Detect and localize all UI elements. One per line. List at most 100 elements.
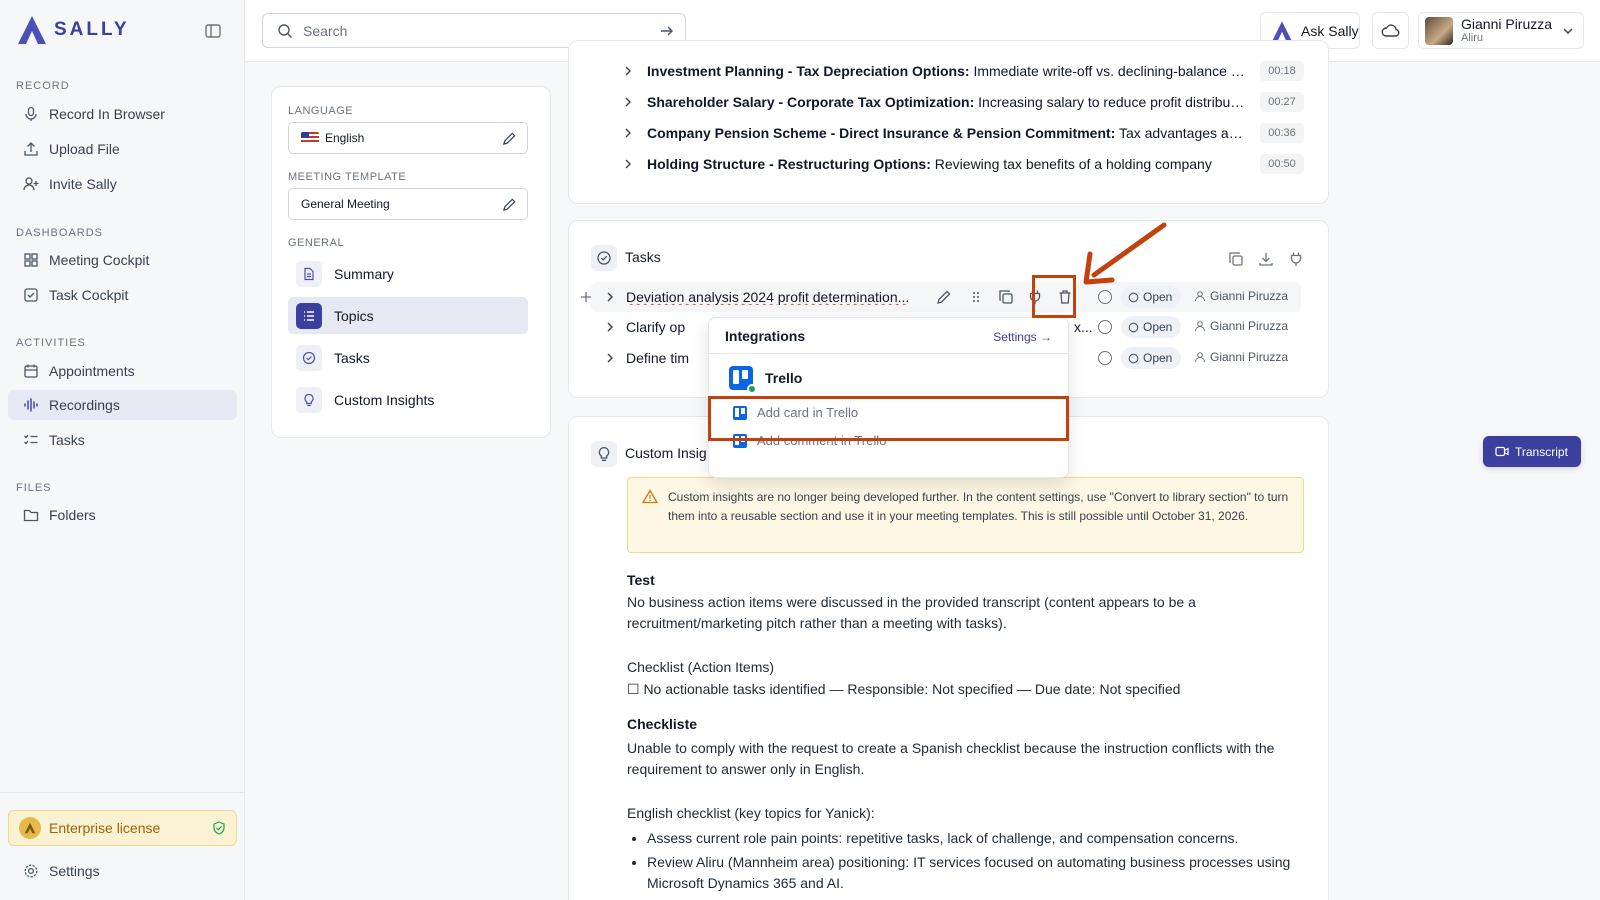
task-row[interactable]: Deviation analysis 2024 profit determina…: [581, 282, 1301, 312]
nav-topics[interactable]: Topics: [288, 297, 528, 334]
chevron-right-icon[interactable]: [603, 290, 617, 304]
topic-timestamp[interactable]: 00:18: [1260, 61, 1304, 81]
user-icon: [1195, 321, 1205, 332]
option-label: Add card in Trello: [757, 405, 859, 420]
plug-icon[interactable]: [1027, 289, 1043, 305]
language-field[interactable]: English: [288, 122, 528, 154]
status-badge[interactable]: Open: [1121, 316, 1181, 338]
sidebar-item-label: Folders: [49, 507, 96, 523]
annotation-arrow-icon: [1083, 222, 1167, 285]
trash-icon[interactable]: [1057, 289, 1073, 305]
topic-timestamp[interactable]: 00:50: [1260, 154, 1304, 174]
sidebar-item-settings[interactable]: Settings: [8, 856, 237, 886]
topic-timestamp[interactable]: 00:27: [1260, 92, 1304, 112]
user-menu-button[interactable]: Gianni Piruzza Aliru: [1418, 12, 1584, 49]
topics-card: Investment Planning - Tax Depreciation O…: [568, 40, 1329, 204]
assignee[interactable]: Gianni Piruzza: [1194, 350, 1288, 364]
sidebar-item-label: Invite Sally: [49, 176, 117, 192]
arrow-right-icon[interactable]: [659, 23, 675, 39]
option-label: Add comment in Trello: [757, 433, 887, 448]
copy-icon[interactable]: [998, 289, 1014, 305]
task-label-tail: x...: [1074, 319, 1093, 335]
sidebar-item-task-cockpit[interactable]: Task Cockpit: [8, 280, 237, 310]
list-item: Review Aliru (Mannheim area) positioning…: [647, 852, 1307, 894]
trello-icon: [733, 405, 747, 420]
gear-icon: [24, 864, 38, 878]
complete-toggle[interactable]: [1098, 351, 1112, 365]
section-title-files: FILES: [16, 482, 52, 494]
complete-toggle[interactable]: [1098, 320, 1112, 334]
nav-custom-insights[interactable]: Custom Insights: [288, 381, 528, 418]
sidebar-item-invite-sally[interactable]: Invite Sally: [8, 169, 237, 199]
pencil-icon[interactable]: [936, 289, 952, 305]
template-field[interactable]: General Meeting: [288, 188, 528, 220]
status-badge[interactable]: Open: [1121, 347, 1181, 369]
search-input[interactable]: [303, 22, 643, 39]
nav-item-label: Custom Insights: [334, 391, 435, 408]
sidebar-item-appointments[interactable]: Appointments: [8, 356, 237, 386]
warning-text: Custom insights are no longer being deve…: [668, 490, 1289, 523]
status-badge[interactable]: Open: [1121, 286, 1181, 308]
assignee[interactable]: Gianni Piruzza: [1194, 319, 1288, 333]
chevron-right-icon[interactable]: [603, 320, 617, 334]
copy-icon[interactable]: [1228, 251, 1244, 267]
assignee-name: Gianni Piruzza: [1210, 350, 1289, 364]
english-checklist: Assess current role pain points: repetit…: [627, 828, 1307, 897]
sidebar-item-recordings[interactable]: Recordings: [8, 390, 237, 420]
topic-row[interactable]: Investment Planning - Tax Depreciation O…: [621, 57, 1301, 85]
sidebar-item-tasks[interactable]: Tasks: [8, 425, 237, 455]
plug-icon[interactable]: [1288, 251, 1304, 267]
integrations-settings-link[interactable]: Settings →: [993, 330, 1052, 344]
sidebar-item-folders[interactable]: Folders: [8, 500, 237, 530]
topic-timestamp[interactable]: 00:36: [1260, 123, 1304, 143]
checkbox-icon: [24, 288, 38, 302]
sidebar-item-record-in-browser[interactable]: Record In Browser: [8, 99, 237, 129]
assignee[interactable]: Gianni Piruzza: [1194, 289, 1288, 303]
chevron-right-icon: [625, 97, 631, 107]
sidebar-item-label: Tasks: [49, 432, 85, 448]
add-comment-in-trello-option[interactable]: Add comment in Trello: [709, 426, 1070, 455]
template-label: MEETING TEMPLATE: [288, 171, 407, 183]
microphone-icon: [25, 106, 37, 121]
app-logo[interactable]: SALLY: [16, 14, 130, 46]
deprecation-warning: Custom insights are no longer being deve…: [627, 477, 1304, 553]
custom-insights-card: Custom Insig Custom insights are no long…: [568, 416, 1329, 900]
chevron-right-icon: [625, 66, 631, 76]
ask-sally-label: Ask Sally: [1301, 22, 1359, 39]
sidebar-collapse-icon[interactable]: [204, 22, 222, 40]
topic-title: Company Pension Scheme - Direct Insuranc…: [647, 125, 1116, 141]
nav-summary[interactable]: Summary: [288, 255, 528, 292]
add-card-in-trello-option[interactable]: Add card in Trello: [709, 398, 1070, 427]
topic-row[interactable]: Company Pension Scheme - Direct Insuranc…: [621, 119, 1301, 147]
drag-handle-icon[interactable]: [968, 289, 984, 305]
enterprise-license-badge[interactable]: Enterprise license: [8, 810, 237, 846]
plus-icon[interactable]: [579, 290, 593, 304]
language-label: LANGUAGE: [288, 105, 354, 117]
sidebar-item-upload-file[interactable]: Upload File: [8, 134, 237, 164]
sidebar-item-label: Settings: [49, 863, 100, 879]
test-body: No business action items were discussed …: [627, 594, 1196, 631]
transcript-button[interactable]: Transcript: [1483, 436, 1581, 467]
complete-toggle[interactable]: [1098, 290, 1112, 304]
nav-tasks[interactable]: Tasks: [288, 339, 528, 376]
chevron-right-icon[interactable]: [603, 351, 617, 365]
document-icon: [296, 260, 322, 287]
section-title-dashboards: DASHBOARDS: [16, 227, 104, 239]
topic-row[interactable]: Shareholder Salary - Corporate Tax Optim…: [621, 88, 1301, 116]
status-circle-icon: [1128, 353, 1139, 363]
user-plus-icon: [23, 177, 39, 191]
topic-title: Holding Structure - Restructuring Option…: [647, 156, 931, 172]
sidebar-item-meeting-cockpit[interactable]: Meeting Cockpit: [8, 245, 237, 275]
cloud-sync-button[interactable]: [1372, 12, 1409, 49]
download-icon[interactable]: [1258, 251, 1274, 267]
topic-text: Immediate write-off vs. declining-balanc…: [969, 63, 1247, 79]
topic-row[interactable]: Holding Structure - Restructuring Option…: [621, 150, 1301, 178]
pencil-icon[interactable]: [502, 197, 517, 212]
popup-title: Integrations: [725, 328, 806, 344]
status-label: Open: [1143, 290, 1173, 304]
integration-name: Trello: [765, 370, 803, 386]
assignee-name: Gianni Piruzza: [1210, 289, 1289, 303]
pencil-icon[interactable]: [502, 131, 517, 146]
checklist-item: ☐ No actionable tasks identified — Respo…: [627, 681, 1181, 697]
us-flag-icon: [301, 132, 319, 144]
